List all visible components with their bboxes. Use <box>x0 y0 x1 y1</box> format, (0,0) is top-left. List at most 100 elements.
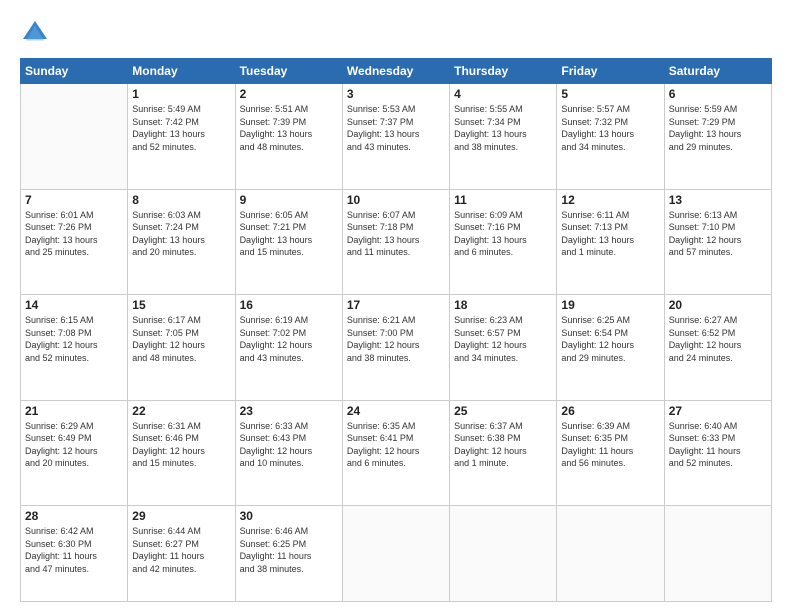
day-number: 5 <box>561 87 659 101</box>
day-info: Sunrise: 6:21 AMSunset: 7:00 PMDaylight:… <box>347 314 445 364</box>
calendar-week-row: 14 Sunrise: 6:15 AMSunset: 7:08 PMDayligh… <box>21 295 772 401</box>
day-number: 16 <box>240 298 338 312</box>
calendar-cell: 5 Sunrise: 5:57 AMSunset: 7:32 PMDaylight… <box>557 84 664 190</box>
day-number: 14 <box>25 298 123 312</box>
weekday-header-wednesday: Wednesday <box>342 59 449 84</box>
weekday-header-friday: Friday <box>557 59 664 84</box>
calendar-cell <box>450 506 557 602</box>
calendar-week-row: 7 Sunrise: 6:01 AMSunset: 7:26 PMDaylight… <box>21 189 772 295</box>
calendar-week-row: 28 Sunrise: 6:42 AMSunset: 6:30 PMDayligh… <box>21 506 772 602</box>
calendar-cell: 7 Sunrise: 6:01 AMSunset: 7:26 PMDaylight… <box>21 189 128 295</box>
day-info: Sunrise: 5:57 AMSunset: 7:32 PMDaylight:… <box>561 103 659 153</box>
calendar-cell: 4 Sunrise: 5:55 AMSunset: 7:34 PMDaylight… <box>450 84 557 190</box>
day-number: 10 <box>347 193 445 207</box>
day-number: 21 <box>25 404 123 418</box>
day-number: 4 <box>454 87 552 101</box>
day-info: Sunrise: 6:17 AMSunset: 7:05 PMDaylight:… <box>132 314 230 364</box>
calendar-cell: 20 Sunrise: 6:27 AMSunset: 6:52 PMDayligh… <box>664 295 771 401</box>
day-info: Sunrise: 6:01 AMSunset: 7:26 PMDaylight:… <box>25 209 123 259</box>
calendar-cell <box>664 506 771 602</box>
header <box>20 18 772 48</box>
day-info: Sunrise: 6:31 AMSunset: 6:46 PMDaylight:… <box>132 420 230 470</box>
day-info: Sunrise: 5:59 AMSunset: 7:29 PMDaylight:… <box>669 103 767 153</box>
day-info: Sunrise: 6:46 AMSunset: 6:25 PMDaylight:… <box>240 525 338 575</box>
calendar-cell: 18Sunrise: 6:23 AMSunset: 6:57 PMDayligh… <box>450 295 557 401</box>
day-info: Sunrise: 6:23 AMSunset: 6:57 PMDaylight:… <box>454 314 552 364</box>
day-info: Sunrise: 6:37 AMSunset: 6:38 PMDaylight:… <box>454 420 552 470</box>
day-info: Sunrise: 6:19 AMSunset: 7:02 PMDaylight:… <box>240 314 338 364</box>
day-info: Sunrise: 6:44 AMSunset: 6:27 PMDaylight:… <box>132 525 230 575</box>
day-number: 22 <box>132 404 230 418</box>
calendar-cell: 14 Sunrise: 6:15 AMSunset: 7:08 PMDayligh… <box>21 295 128 401</box>
logo-icon <box>20 18 50 48</box>
calendar-cell: 23 Sunrise: 6:33 AMSunset: 6:43 PMDayligh… <box>235 400 342 506</box>
day-info: Sunrise: 5:51 AMSunset: 7:39 PMDaylight:… <box>240 103 338 153</box>
calendar-cell: 27 Sunrise: 6:40 AMSunset: 6:33 PMDayligh… <box>664 400 771 506</box>
calendar-cell: 1 Sunrise: 5:49 AMSunset: 7:42 PMDaylight… <box>128 84 235 190</box>
calendar-cell <box>557 506 664 602</box>
page: SundayMondayTuesdayWednesdayThursdayFrid… <box>0 0 792 612</box>
calendar-cell: 22 Sunrise: 6:31 AMSunset: 6:46 PMDayligh… <box>128 400 235 506</box>
day-info: Sunrise: 6:09 AMSunset: 7:16 PMDaylight:… <box>454 209 552 259</box>
calendar-cell: 6Sunrise: 5:59 AMSunset: 7:29 PMDaylight… <box>664 84 771 190</box>
day-number: 17 <box>347 298 445 312</box>
calendar-cell: 9 Sunrise: 6:05 AMSunset: 7:21 PMDaylight… <box>235 189 342 295</box>
day-number: 28 <box>25 509 123 523</box>
day-number: 20 <box>669 298 767 312</box>
day-number: 29 <box>132 509 230 523</box>
day-info: Sunrise: 6:29 AMSunset: 6:49 PMDaylight:… <box>25 420 123 470</box>
day-number: 2 <box>240 87 338 101</box>
weekday-header-sunday: Sunday <box>21 59 128 84</box>
weekday-header-tuesday: Tuesday <box>235 59 342 84</box>
day-info: Sunrise: 6:05 AMSunset: 7:21 PMDaylight:… <box>240 209 338 259</box>
day-info: Sunrise: 6:07 AMSunset: 7:18 PMDaylight:… <box>347 209 445 259</box>
calendar-cell: 21 Sunrise: 6:29 AMSunset: 6:49 PMDayligh… <box>21 400 128 506</box>
weekday-header-monday: Monday <box>128 59 235 84</box>
calendar-cell: 15 Sunrise: 6:17 AMSunset: 7:05 PMDayligh… <box>128 295 235 401</box>
calendar-cell: 26Sunrise: 6:39 AMSunset: 6:35 PMDayligh… <box>557 400 664 506</box>
calendar-cell: 2 Sunrise: 5:51 AMSunset: 7:39 PMDaylight… <box>235 84 342 190</box>
calendar-cell: 28 Sunrise: 6:42 AMSunset: 6:30 PMDayligh… <box>21 506 128 602</box>
calendar-cell: 30 Sunrise: 6:46 AMSunset: 6:25 PMDayligh… <box>235 506 342 602</box>
day-number: 24 <box>347 404 445 418</box>
day-info: Sunrise: 6:33 AMSunset: 6:43 PMDaylight:… <box>240 420 338 470</box>
calendar-week-row: 1 Sunrise: 5:49 AMSunset: 7:42 PMDaylight… <box>21 84 772 190</box>
day-number: 13 <box>669 193 767 207</box>
day-number: 12 <box>561 193 659 207</box>
weekday-header-thursday: Thursday <box>450 59 557 84</box>
day-info: Sunrise: 6:13 AMSunset: 7:10 PMDaylight:… <box>669 209 767 259</box>
day-info: Sunrise: 6:15 AMSunset: 7:08 PMDaylight:… <box>25 314 123 364</box>
day-info: Sunrise: 6:42 AMSunset: 6:30 PMDaylight:… <box>25 525 123 575</box>
day-info: Sunrise: 6:25 AMSunset: 6:54 PMDaylight:… <box>561 314 659 364</box>
day-number: 23 <box>240 404 338 418</box>
calendar-cell <box>342 506 449 602</box>
day-info: Sunrise: 5:49 AMSunset: 7:42 PMDaylight:… <box>132 103 230 153</box>
day-number: 1 <box>132 87 230 101</box>
day-number: 7 <box>25 193 123 207</box>
day-info: Sunrise: 6:40 AMSunset: 6:33 PMDaylight:… <box>669 420 767 470</box>
logo <box>20 18 54 48</box>
calendar-cell: 8Sunrise: 6:03 AMSunset: 7:24 PMDaylight… <box>128 189 235 295</box>
calendar-cell: 12Sunrise: 6:11 AMSunset: 7:13 PMDayligh… <box>557 189 664 295</box>
day-number: 8 <box>132 193 230 207</box>
day-number: 19 <box>561 298 659 312</box>
calendar-cell: 10 Sunrise: 6:07 AMSunset: 7:18 PMDayligh… <box>342 189 449 295</box>
day-number: 26 <box>561 404 659 418</box>
calendar-cell: 13 Sunrise: 6:13 AMSunset: 7:10 PMDayligh… <box>664 189 771 295</box>
day-number: 27 <box>669 404 767 418</box>
day-info: Sunrise: 6:27 AMSunset: 6:52 PMDaylight:… <box>669 314 767 364</box>
weekday-header-row: SundayMondayTuesdayWednesdayThursdayFrid… <box>21 59 772 84</box>
day-number: 30 <box>240 509 338 523</box>
day-number: 9 <box>240 193 338 207</box>
calendar-cell: 25 Sunrise: 6:37 AMSunset: 6:38 PMDayligh… <box>450 400 557 506</box>
calendar-cell <box>21 84 128 190</box>
calendar-cell: 29 Sunrise: 6:44 AMSunset: 6:27 PMDayligh… <box>128 506 235 602</box>
weekday-header-saturday: Saturday <box>664 59 771 84</box>
day-info: Sunrise: 5:55 AMSunset: 7:34 PMDaylight:… <box>454 103 552 153</box>
calendar-week-row: 21 Sunrise: 6:29 AMSunset: 6:49 PMDayligh… <box>21 400 772 506</box>
calendar-cell: 24 Sunrise: 6:35 AMSunset: 6:41 PMDayligh… <box>342 400 449 506</box>
calendar-table: SundayMondayTuesdayWednesdayThursdayFrid… <box>20 58 772 602</box>
day-number: 15 <box>132 298 230 312</box>
day-info: Sunrise: 6:35 AMSunset: 6:41 PMDaylight:… <box>347 420 445 470</box>
day-number: 25 <box>454 404 552 418</box>
